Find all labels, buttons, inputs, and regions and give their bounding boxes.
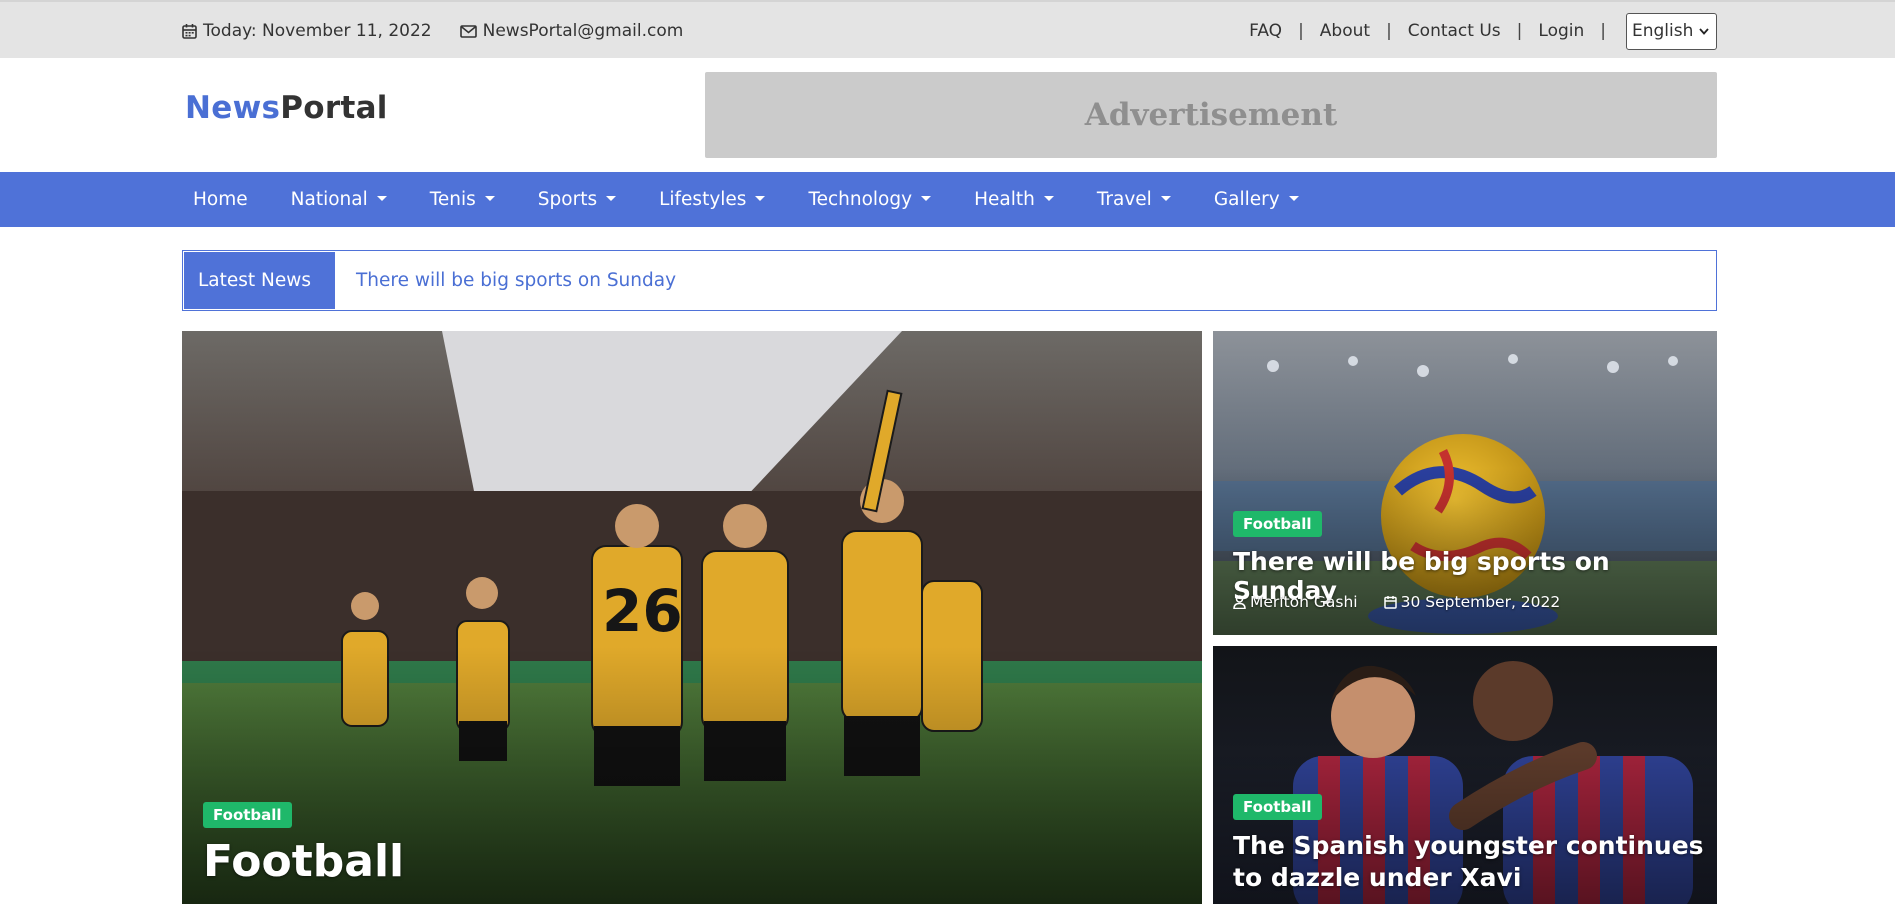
language-value: English	[1632, 21, 1694, 41]
caret-down-icon	[1288, 196, 1299, 201]
date-text: Today: November 11, 2022	[203, 21, 432, 41]
nav-label: Lifestyles	[659, 189, 747, 210]
top-bar: Today: November 11, 2022 NewsPortal@gmai…	[0, 0, 1895, 58]
ticker-headline[interactable]: There will be big sports on Sunday	[356, 251, 676, 310]
nav-item-sports[interactable]: Sports	[537, 189, 617, 210]
calendar-icon	[1383, 596, 1397, 609]
separator: |	[1386, 21, 1392, 41]
title-line: The Spanish youngster continues	[1233, 831, 1704, 860]
caret-down-icon	[484, 196, 495, 201]
envelope-icon	[459, 24, 477, 38]
author-name[interactable]: Meriton Gashi	[1250, 593, 1358, 611]
calendar-icon	[182, 24, 197, 39]
nav-label: Technology	[808, 189, 913, 210]
chevron-down-icon	[1699, 28, 1709, 35]
logo-part-portal: Portal	[280, 90, 388, 126]
nav-item-national[interactable]: National	[291, 189, 387, 210]
nav-label: Tenis	[429, 189, 476, 210]
login-link[interactable]: Login	[1538, 21, 1584, 41]
language-select[interactable]: English	[1626, 12, 1717, 50]
article-date: 30 September, 2022	[1400, 593, 1561, 611]
email-text[interactable]: NewsPortal@gmail.com	[483, 21, 684, 41]
latest-news-label: Latest News	[184, 252, 335, 309]
date-info: 30 September, 2022	[1383, 593, 1561, 611]
title-line: to dazzle under Xavi	[1233, 863, 1522, 892]
nav-label: National	[290, 189, 368, 210]
nav-label: Home	[193, 189, 248, 210]
separator: |	[1516, 21, 1523, 41]
nav-label: Sports	[537, 189, 598, 210]
nav-item-lifestyles[interactable]: Lifestyles	[659, 189, 766, 210]
nav-item-home[interactable]: Home	[193, 189, 248, 210]
separator: |	[1600, 21, 1606, 41]
side-article-1-meta: Meriton Gashi 30 September, 2022	[1233, 593, 1582, 611]
site-logo[interactable]: NewsPortal	[185, 90, 388, 126]
site-header: NewsPortal Advertisement	[0, 58, 1895, 172]
side-article-2-title[interactable]: The Spanish youngster continues to dazzl…	[1233, 830, 1704, 894]
featured-photo: 26	[182, 331, 1202, 904]
nav-label: Gallery	[1213, 189, 1280, 210]
nav-item-gallery[interactable]: Gallery	[1214, 189, 1299, 210]
category-badge[interactable]: Football	[1233, 794, 1322, 820]
advertisement-text: Advertisement	[1084, 97, 1338, 133]
caret-down-icon	[1043, 196, 1054, 201]
nav-item-health[interactable]: Health	[974, 189, 1054, 210]
featured-title[interactable]: Football	[203, 836, 404, 887]
category-badge[interactable]: Football	[1233, 511, 1322, 537]
main-nav: Home National Tenis Sports Lifestyles Te…	[0, 172, 1895, 227]
faq-link[interactable]: FAQ	[1249, 21, 1282, 41]
user-icon	[1233, 595, 1246, 609]
caret-down-icon	[1160, 196, 1171, 201]
top-bar-links: FAQ | About | Contact Us | Login | Engli…	[1249, 2, 1717, 60]
latest-news-ticker: Latest News There will be big sports on …	[182, 250, 1717, 311]
caret-down-icon	[606, 196, 617, 201]
date-info: Today: November 11, 2022	[182, 21, 432, 41]
author-info: Meriton Gashi	[1233, 593, 1358, 611]
side-article-1[interactable]: Football There will be big sports on Sun…	[1213, 331, 1717, 635]
nav-label: Travel	[1096, 189, 1152, 210]
side-article-2[interactable]: Football The Spanish youngster continues…	[1213, 646, 1717, 904]
category-badge[interactable]: Football	[203, 802, 292, 828]
nav-label: Health	[974, 189, 1035, 210]
separator: |	[1298, 21, 1304, 41]
nav-item-travel[interactable]: Travel	[1097, 189, 1171, 210]
top-bar-info: Today: November 11, 2022 NewsPortal@gmai…	[182, 2, 683, 60]
featured-article[interactable]: 26 Football Football	[182, 331, 1202, 904]
nav-item-technology[interactable]: Technology	[808, 189, 932, 210]
logo-part-news: News	[185, 90, 281, 126]
email-info[interactable]: NewsPortal@gmail.com	[459, 21, 684, 41]
contact-us-link[interactable]: Contact Us	[1408, 21, 1501, 41]
advertisement-banner[interactable]: Advertisement	[705, 72, 1717, 158]
nav-item-tenis[interactable]: Tenis	[430, 189, 495, 210]
caret-down-icon	[921, 196, 932, 201]
about-link[interactable]: About	[1320, 21, 1370, 41]
caret-down-icon	[755, 196, 766, 201]
caret-down-icon	[376, 196, 387, 201]
